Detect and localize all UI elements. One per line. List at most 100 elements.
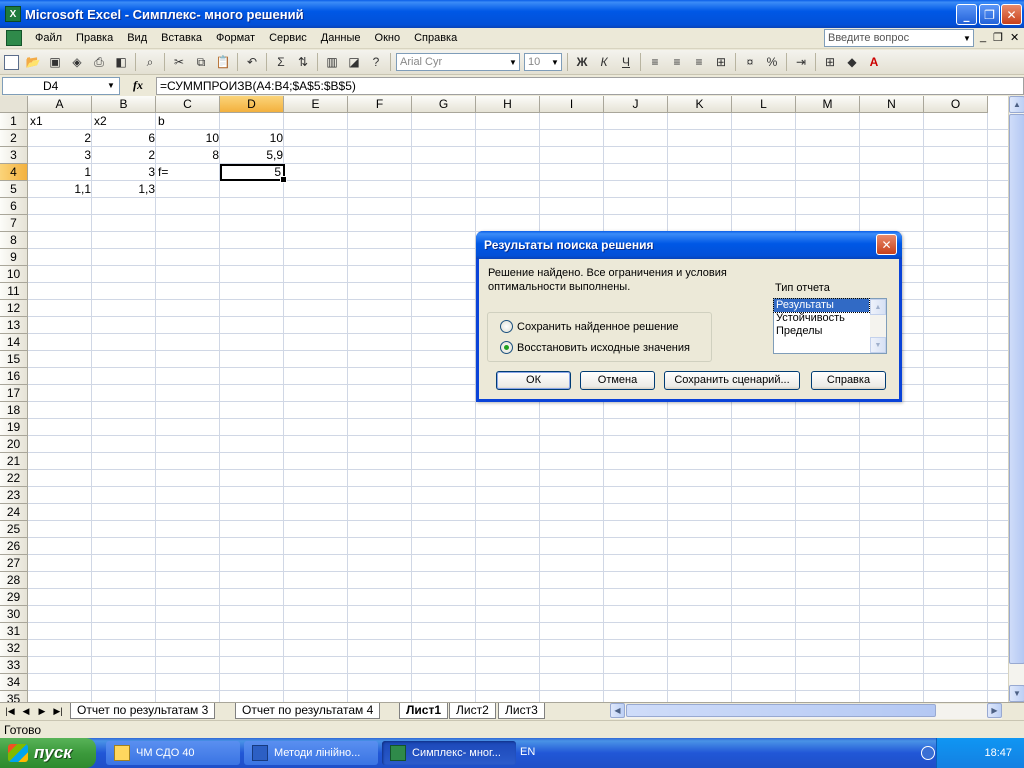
formula-input[interactable]: =СУММПРОИЗВ(A4:B4;$A$5:$B$5)	[156, 76, 1024, 95]
save-icon[interactable]: ▣	[45, 52, 65, 72]
row-header-31[interactable]: 31	[0, 623, 28, 640]
question-input[interactable]: Введите вопрос ▼	[824, 29, 974, 47]
open-icon[interactable]: 📂	[23, 52, 43, 72]
row-header-26[interactable]: 26	[0, 538, 28, 555]
cell-c3[interactable]: 8	[156, 147, 221, 164]
autosum-icon[interactable]: Σ	[271, 52, 291, 72]
column-header-o[interactable]: O	[924, 96, 988, 113]
chevron-down-icon[interactable]: ▼	[549, 54, 561, 70]
cell-b1[interactable]: x2	[92, 113, 157, 130]
cell-d2[interactable]: 10	[220, 130, 285, 147]
help-button[interactable]: Справка	[811, 371, 886, 390]
column-header-l[interactable]: L	[732, 96, 796, 113]
vertical-scrollbar[interactable]: ▲ ▼	[1008, 96, 1024, 702]
help-icon[interactable]: ?	[366, 52, 386, 72]
row-header-19[interactable]: 19	[0, 419, 28, 436]
report-item-results[interactable]: Результаты	[773, 298, 870, 313]
row-header-28[interactable]: 28	[0, 572, 28, 589]
scroll-up-icon[interactable]: ▲	[870, 299, 886, 315]
cell-c2[interactable]: 10	[156, 130, 221, 147]
taskbar-item[interactable]: Методи лінійно...	[244, 741, 378, 765]
bold-button[interactable]: Ж	[572, 52, 592, 72]
chevron-down-icon[interactable]: ▼	[507, 54, 519, 70]
taskbar-item[interactable]: ЧМ СДО 40	[106, 741, 240, 765]
row-header-1[interactable]: 1	[0, 113, 28, 130]
sheet-tab[interactable]: Лист2	[449, 703, 496, 719]
column-header-a[interactable]: A	[28, 96, 92, 113]
cell-b5[interactable]: 1,3	[92, 181, 157, 198]
column-header-g[interactable]: G	[412, 96, 476, 113]
row-header-24[interactable]: 24	[0, 504, 28, 521]
language-indicator[interactable]: EN	[520, 746, 535, 758]
cut-icon[interactable]: ✂	[169, 52, 189, 72]
cell-b3[interactable]: 2	[92, 147, 157, 164]
row-header-32[interactable]: 32	[0, 640, 28, 657]
font-size-select[interactable]: 10 ▼	[524, 53, 562, 71]
cell-a5[interactable]: 1,1	[28, 181, 93, 198]
column-header-k[interactable]: K	[668, 96, 732, 113]
column-header-f[interactable]: F	[348, 96, 412, 113]
undo-icon[interactable]: ↶	[242, 52, 262, 72]
row-header-9[interactable]: 9	[0, 249, 28, 266]
excel-app-icon[interactable]: X	[5, 6, 21, 22]
sheet-tab[interactable]: Отчет по результатам 3	[70, 703, 216, 719]
cell-c1[interactable]: b	[156, 113, 221, 130]
column-header-m[interactable]: M	[796, 96, 860, 113]
close-button[interactable]: ✕	[1001, 4, 1022, 25]
vertical-scroll-thumb[interactable]	[1009, 114, 1024, 664]
indent-icon[interactable]: ⇥	[791, 52, 811, 72]
last-sheet-icon[interactable]: ▶|	[52, 705, 64, 717]
column-header-d[interactable]: D	[220, 96, 284, 113]
row-header-25[interactable]: 25	[0, 521, 28, 538]
row-header-13[interactable]: 13	[0, 317, 28, 334]
start-button[interactable]: пуск	[0, 738, 96, 768]
permission-icon[interactable]: ◈	[67, 52, 87, 72]
font-color-icon[interactable]: A	[864, 52, 884, 72]
column-header-j[interactable]: J	[604, 96, 668, 113]
research-icon[interactable]: ⌕	[140, 52, 160, 72]
report-item-limits[interactable]: Пределы	[774, 325, 869, 338]
next-sheet-icon[interactable]: ▶	[36, 705, 48, 717]
doc-restore-button[interactable]: ❐	[993, 31, 1003, 44]
name-box[interactable]: D4 ▼	[2, 76, 120, 95]
cell-b2[interactable]: 6	[92, 130, 157, 147]
dialog-close-button[interactable]: ✕	[876, 234, 897, 255]
copy-icon[interactable]: ⧉	[191, 52, 211, 72]
row-header-35[interactable]: 35	[0, 691, 28, 702]
radio-button[interactable]	[500, 320, 513, 333]
row-header-29[interactable]: 29	[0, 589, 28, 606]
row-header-20[interactable]: 20	[0, 436, 28, 453]
print-icon[interactable]: ⎙	[89, 52, 109, 72]
row-header-17[interactable]: 17	[0, 385, 28, 402]
row-header-6[interactable]: 6	[0, 198, 28, 215]
menu-help[interactable]: Справка	[407, 32, 464, 44]
percent-button[interactable]: %	[762, 52, 782, 72]
row-header-3[interactable]: 3	[0, 147, 28, 164]
row-header-16[interactable]: 16	[0, 368, 28, 385]
report-type-list[interactable]: Результаты Устойчивость Пределы ▲ ▼	[773, 298, 887, 354]
cell-a4[interactable]: 1	[28, 164, 93, 181]
underline-button[interactable]: Ч	[616, 52, 636, 72]
cell-d3[interactable]: 5,9	[220, 147, 285, 164]
align-left-icon[interactable]: ≡	[645, 52, 665, 72]
cell-c4[interactable]: f=	[156, 164, 221, 181]
row-header-10[interactable]: 10	[0, 266, 28, 283]
cell-b4[interactable]: 3	[92, 164, 157, 181]
row-header-11[interactable]: 11	[0, 283, 28, 300]
menu-format[interactable]: Формат	[209, 32, 262, 44]
doc-close-button[interactable]: ✕	[1010, 31, 1019, 44]
row-header-8[interactable]: 8	[0, 232, 28, 249]
row-header-14[interactable]: 14	[0, 334, 28, 351]
print-preview-icon[interactable]: ◧	[111, 52, 131, 72]
row-header-34[interactable]: 34	[0, 674, 28, 691]
report-item-sensitivity[interactable]: Устойчивость	[774, 312, 869, 325]
row-header-22[interactable]: 22	[0, 470, 28, 487]
list-scrollbar[interactable]: ▲ ▼	[870, 299, 886, 353]
row-header-33[interactable]: 33	[0, 657, 28, 674]
prev-sheet-icon[interactable]: ◀	[20, 705, 32, 717]
keep-solution-radio[interactable]: Сохранить найденное решение	[500, 320, 679, 333]
row-header-23[interactable]: 23	[0, 487, 28, 504]
italic-button[interactable]: К	[594, 52, 614, 72]
minimize-button[interactable]: _	[956, 4, 977, 25]
new-icon[interactable]	[1, 52, 21, 72]
